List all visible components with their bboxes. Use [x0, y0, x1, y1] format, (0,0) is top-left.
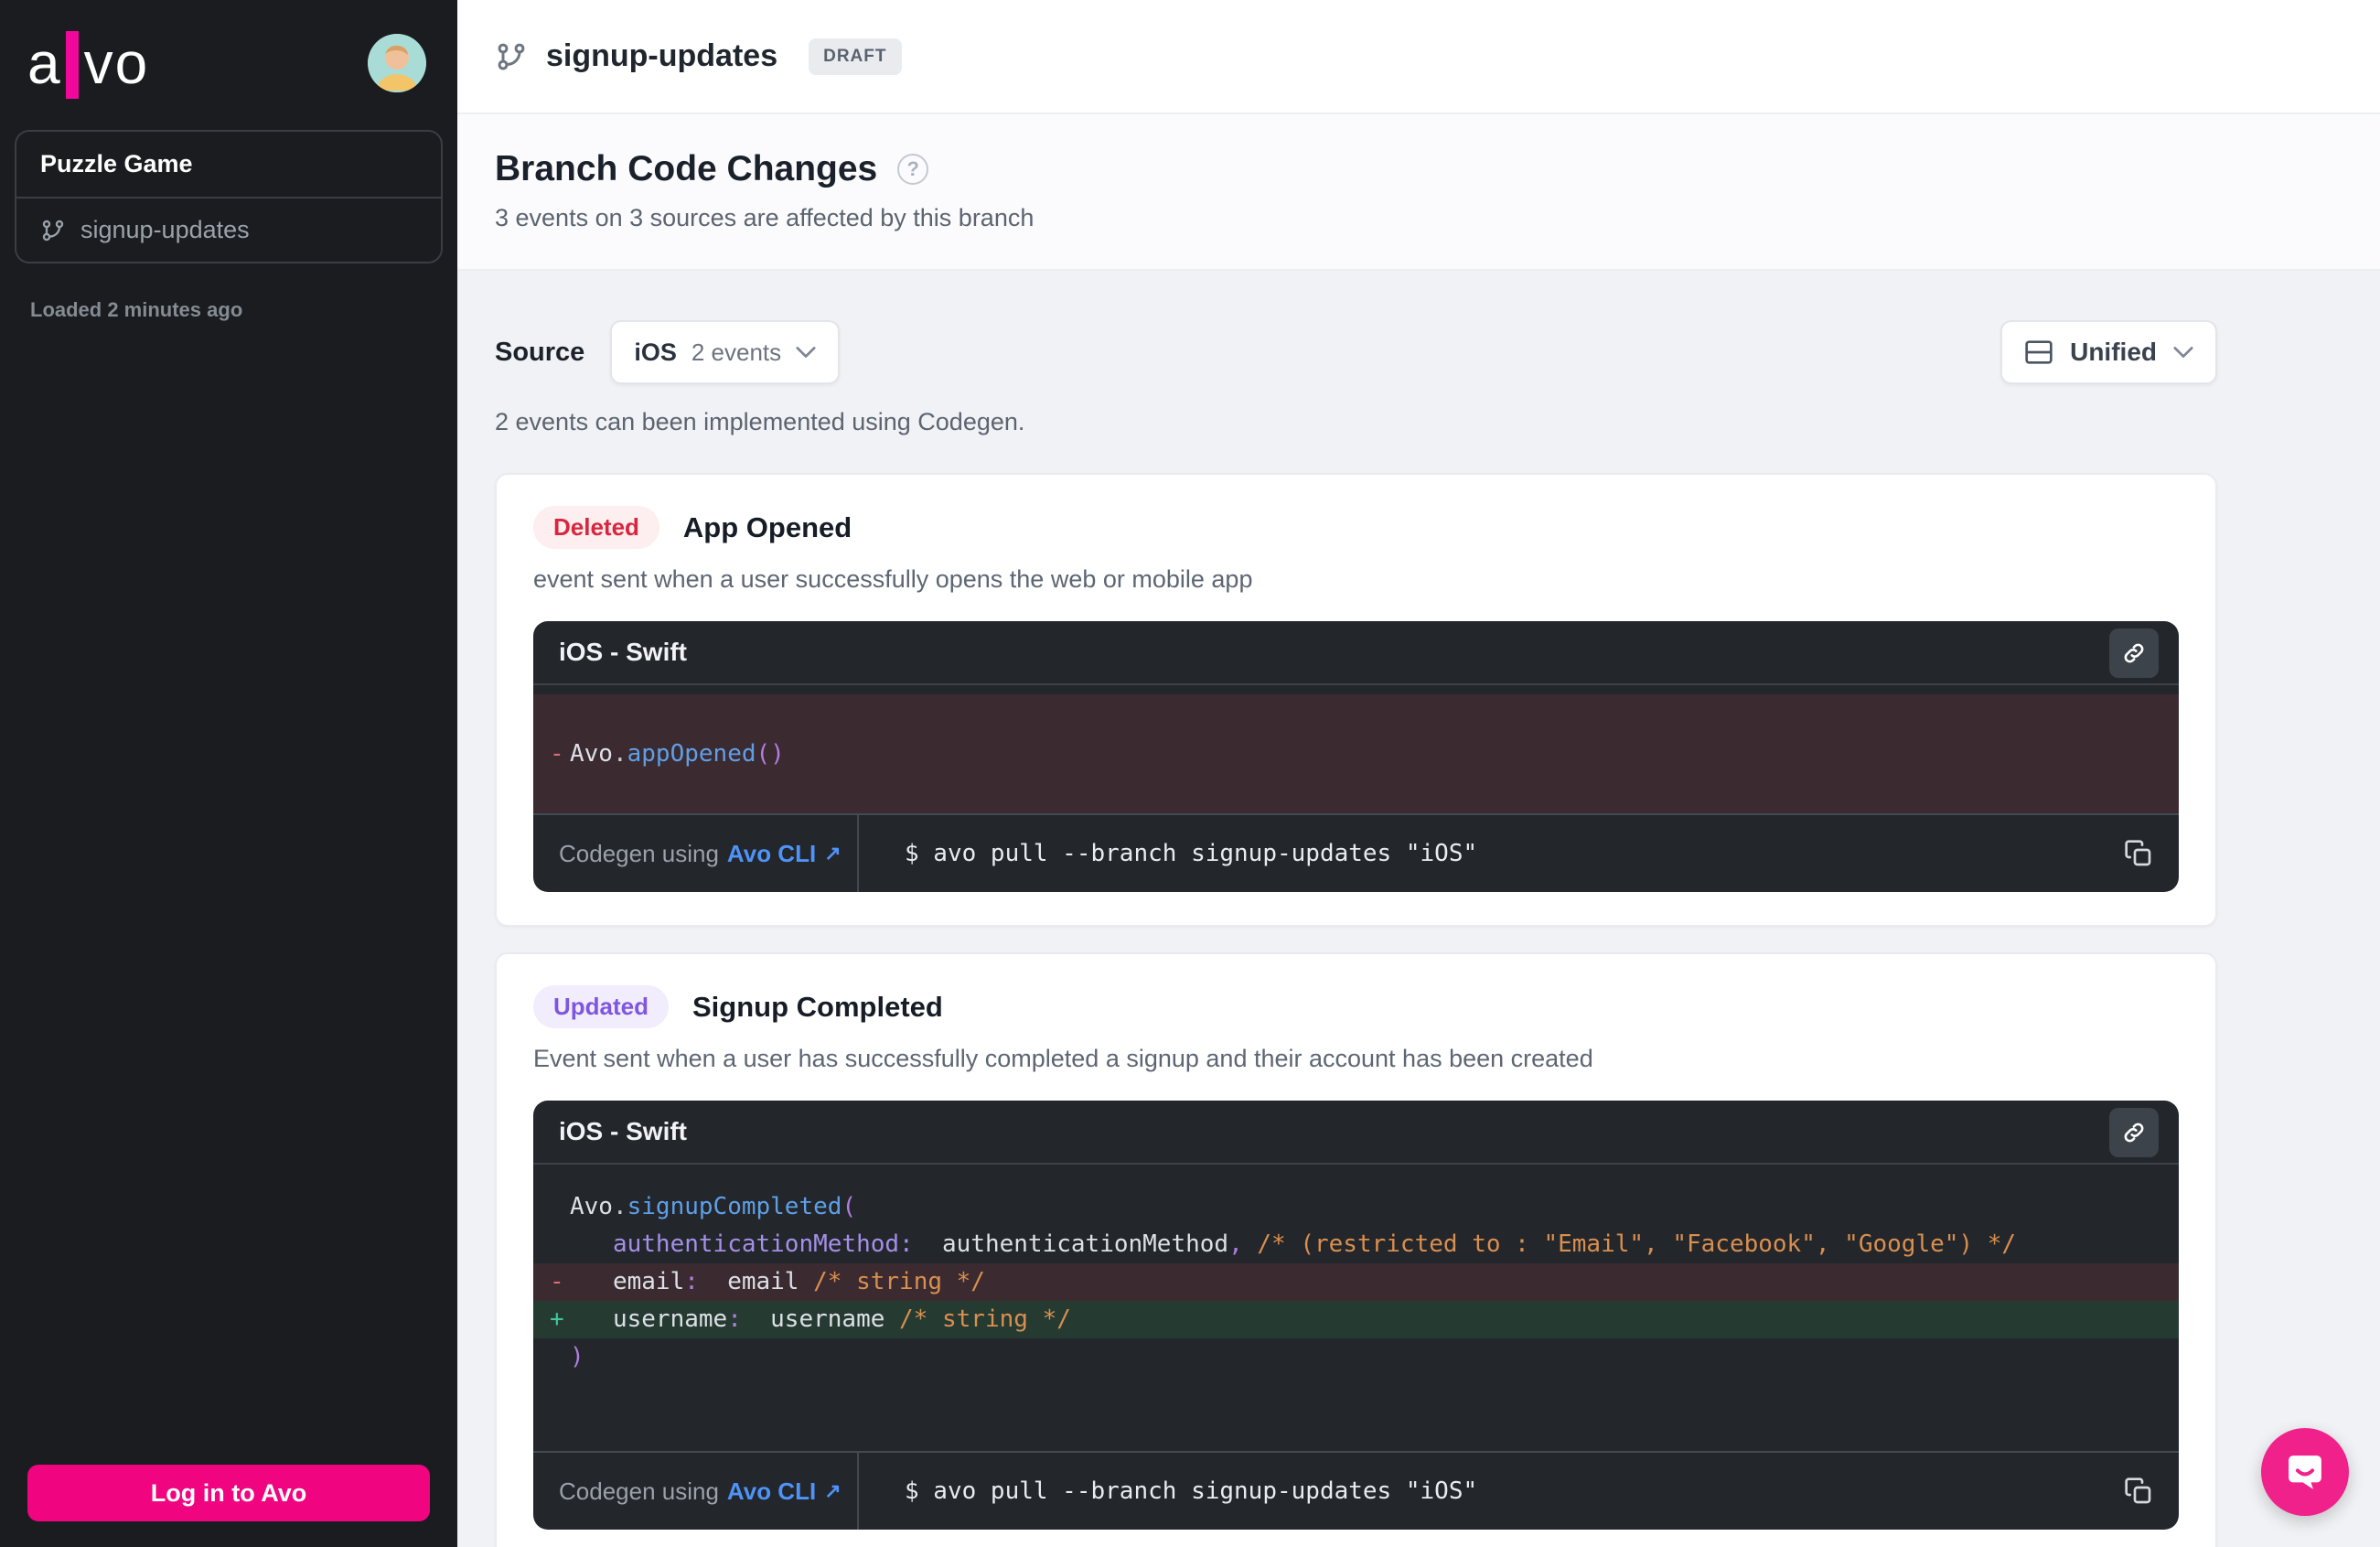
chat-bubble-icon — [2281, 1448, 2329, 1496]
avatar-image — [368, 34, 426, 92]
event-title: Signup Completed — [692, 991, 943, 1024]
branch-name: signup-updates — [80, 216, 250, 244]
chat-launcher-button[interactable] — [2261, 1428, 2349, 1516]
code-line: + username: username /* string */ — [533, 1301, 2179, 1338]
code-snippet: iOS - Swift Avo.signupCompleted( authent… — [533, 1101, 2179, 1530]
copy-command-button[interactable] — [2124, 815, 2179, 892]
codegen-footer: Codegen using Avo CLI ↗ $ avo pull --bra… — [533, 1451, 2179, 1530]
git-branch-icon — [40, 218, 66, 243]
toolbar: Source iOS 2 events Unified — [495, 320, 2217, 384]
sidebar-item-workspace[interactable]: Puzzle Game — [16, 132, 441, 197]
branch-titlebar: signup-updates DRAFT — [457, 0, 2380, 114]
code-line: -Avo.appOpened() — [533, 694, 2179, 813]
login-button[interactable]: Log in to Avo — [27, 1465, 430, 1521]
codegen-note: 2 events can been implemented using Code… — [495, 408, 2217, 436]
main-panel: signup-updates DRAFT Branch Code Changes… — [457, 0, 2380, 1547]
copy-command-button[interactable] — [2124, 1453, 2179, 1530]
external-link-icon[interactable]: ↗ — [824, 1479, 841, 1503]
codegen-label: Codegen using — [559, 840, 719, 868]
code-language-label: iOS - Swift — [559, 638, 687, 667]
help-icon[interactable] — [897, 154, 928, 185]
code-line: - email: email /* string */ — [533, 1263, 2179, 1301]
link-icon — [2121, 640, 2147, 666]
logo-letter-a: a — [27, 34, 62, 92]
view-mode-select[interactable]: Unified — [2000, 320, 2217, 384]
code-language-label: iOS - Swift — [559, 1117, 687, 1146]
section-subtitle: 3 events on 3 sources are affected by th… — [495, 204, 2342, 232]
avo-logo[interactable]: avo — [27, 29, 149, 97]
code-diff: Avo.signupCompleted( authenticationMetho… — [533, 1165, 2179, 1451]
logo-letters-vo: vo — [84, 34, 150, 92]
view-mode-value: Unified — [2070, 338, 2157, 367]
section-header: Branch Code Changes 3 events on 3 source… — [457, 114, 2380, 271]
source-meta: 2 events — [691, 338, 781, 367]
cli-command: $ avo pull --branch signup-updates "iOS" — [859, 1453, 2124, 1530]
event-title: App Opened — [683, 511, 852, 544]
logo-pink-bar-icon — [66, 31, 79, 99]
avo-cli-link[interactable]: Avo CLI — [727, 1477, 816, 1506]
section-title: Branch Code Changes — [495, 149, 877, 189]
content-area: Source iOS 2 events Unified 2 events can… — [457, 271, 2380, 1547]
code-line: Avo.signupCompleted( — [533, 1188, 2179, 1226]
page-title: signup-updates — [546, 38, 777, 74]
source-value: iOS — [634, 338, 677, 367]
code-line: ) — [533, 1338, 2179, 1376]
sidebar-item-branch[interactable]: signup-updates — [16, 197, 441, 262]
status-badge: DRAFT — [809, 38, 901, 75]
loaded-status: Loaded 2 minutes ago — [30, 298, 457, 322]
workspace-name: Puzzle Game — [40, 150, 193, 178]
change-badge: Deleted — [533, 506, 659, 549]
copy-link-button[interactable] — [2109, 1108, 2159, 1157]
event-description: Event sent when a user has successfully … — [533, 1045, 2179, 1073]
code-diff: -Avo.appOpened() — [533, 685, 2179, 813]
change-badge: Updated — [533, 985, 669, 1028]
app-window: avo Puzzle Game signup-update — [0, 0, 2380, 1547]
source-select[interactable]: iOS 2 events — [610, 320, 840, 384]
unified-view-icon — [2024, 339, 2053, 365]
codegen-label: Codegen using — [559, 1477, 719, 1506]
avatar[interactable] — [368, 34, 426, 92]
avo-cli-link[interactable]: Avo CLI — [727, 840, 816, 868]
codegen-footer: Codegen using Avo CLI ↗ $ avo pull --bra… — [533, 813, 2179, 892]
event-card-signup-completed: Updated Signup Completed Event sent when… — [495, 952, 2217, 1547]
cli-command: $ avo pull --branch signup-updates "iOS" — [859, 815, 2124, 892]
external-link-icon[interactable]: ↗ — [824, 842, 841, 865]
git-branch-icon — [495, 40, 528, 73]
event-description: event sent when a user successfully open… — [533, 565, 2179, 594]
copy-icon — [2124, 839, 2153, 868]
code-line: authenticationMethod: authenticationMeth… — [533, 1226, 2179, 1263]
event-card-app-opened: Deleted App Opened event sent when a use… — [495, 473, 2217, 927]
chevron-down-icon — [796, 346, 816, 359]
project-switcher: Puzzle Game signup-updates — [15, 130, 443, 263]
sidebar: avo Puzzle Game signup-update — [0, 0, 457, 1547]
link-icon — [2121, 1120, 2147, 1145]
copy-icon — [2124, 1477, 2153, 1506]
code-snippet: iOS - Swift -Avo.appOpened() Codegen usi… — [533, 621, 2179, 892]
source-label: Source — [495, 338, 584, 368]
copy-link-button[interactable] — [2109, 628, 2159, 678]
chevron-down-icon — [2173, 346, 2193, 359]
